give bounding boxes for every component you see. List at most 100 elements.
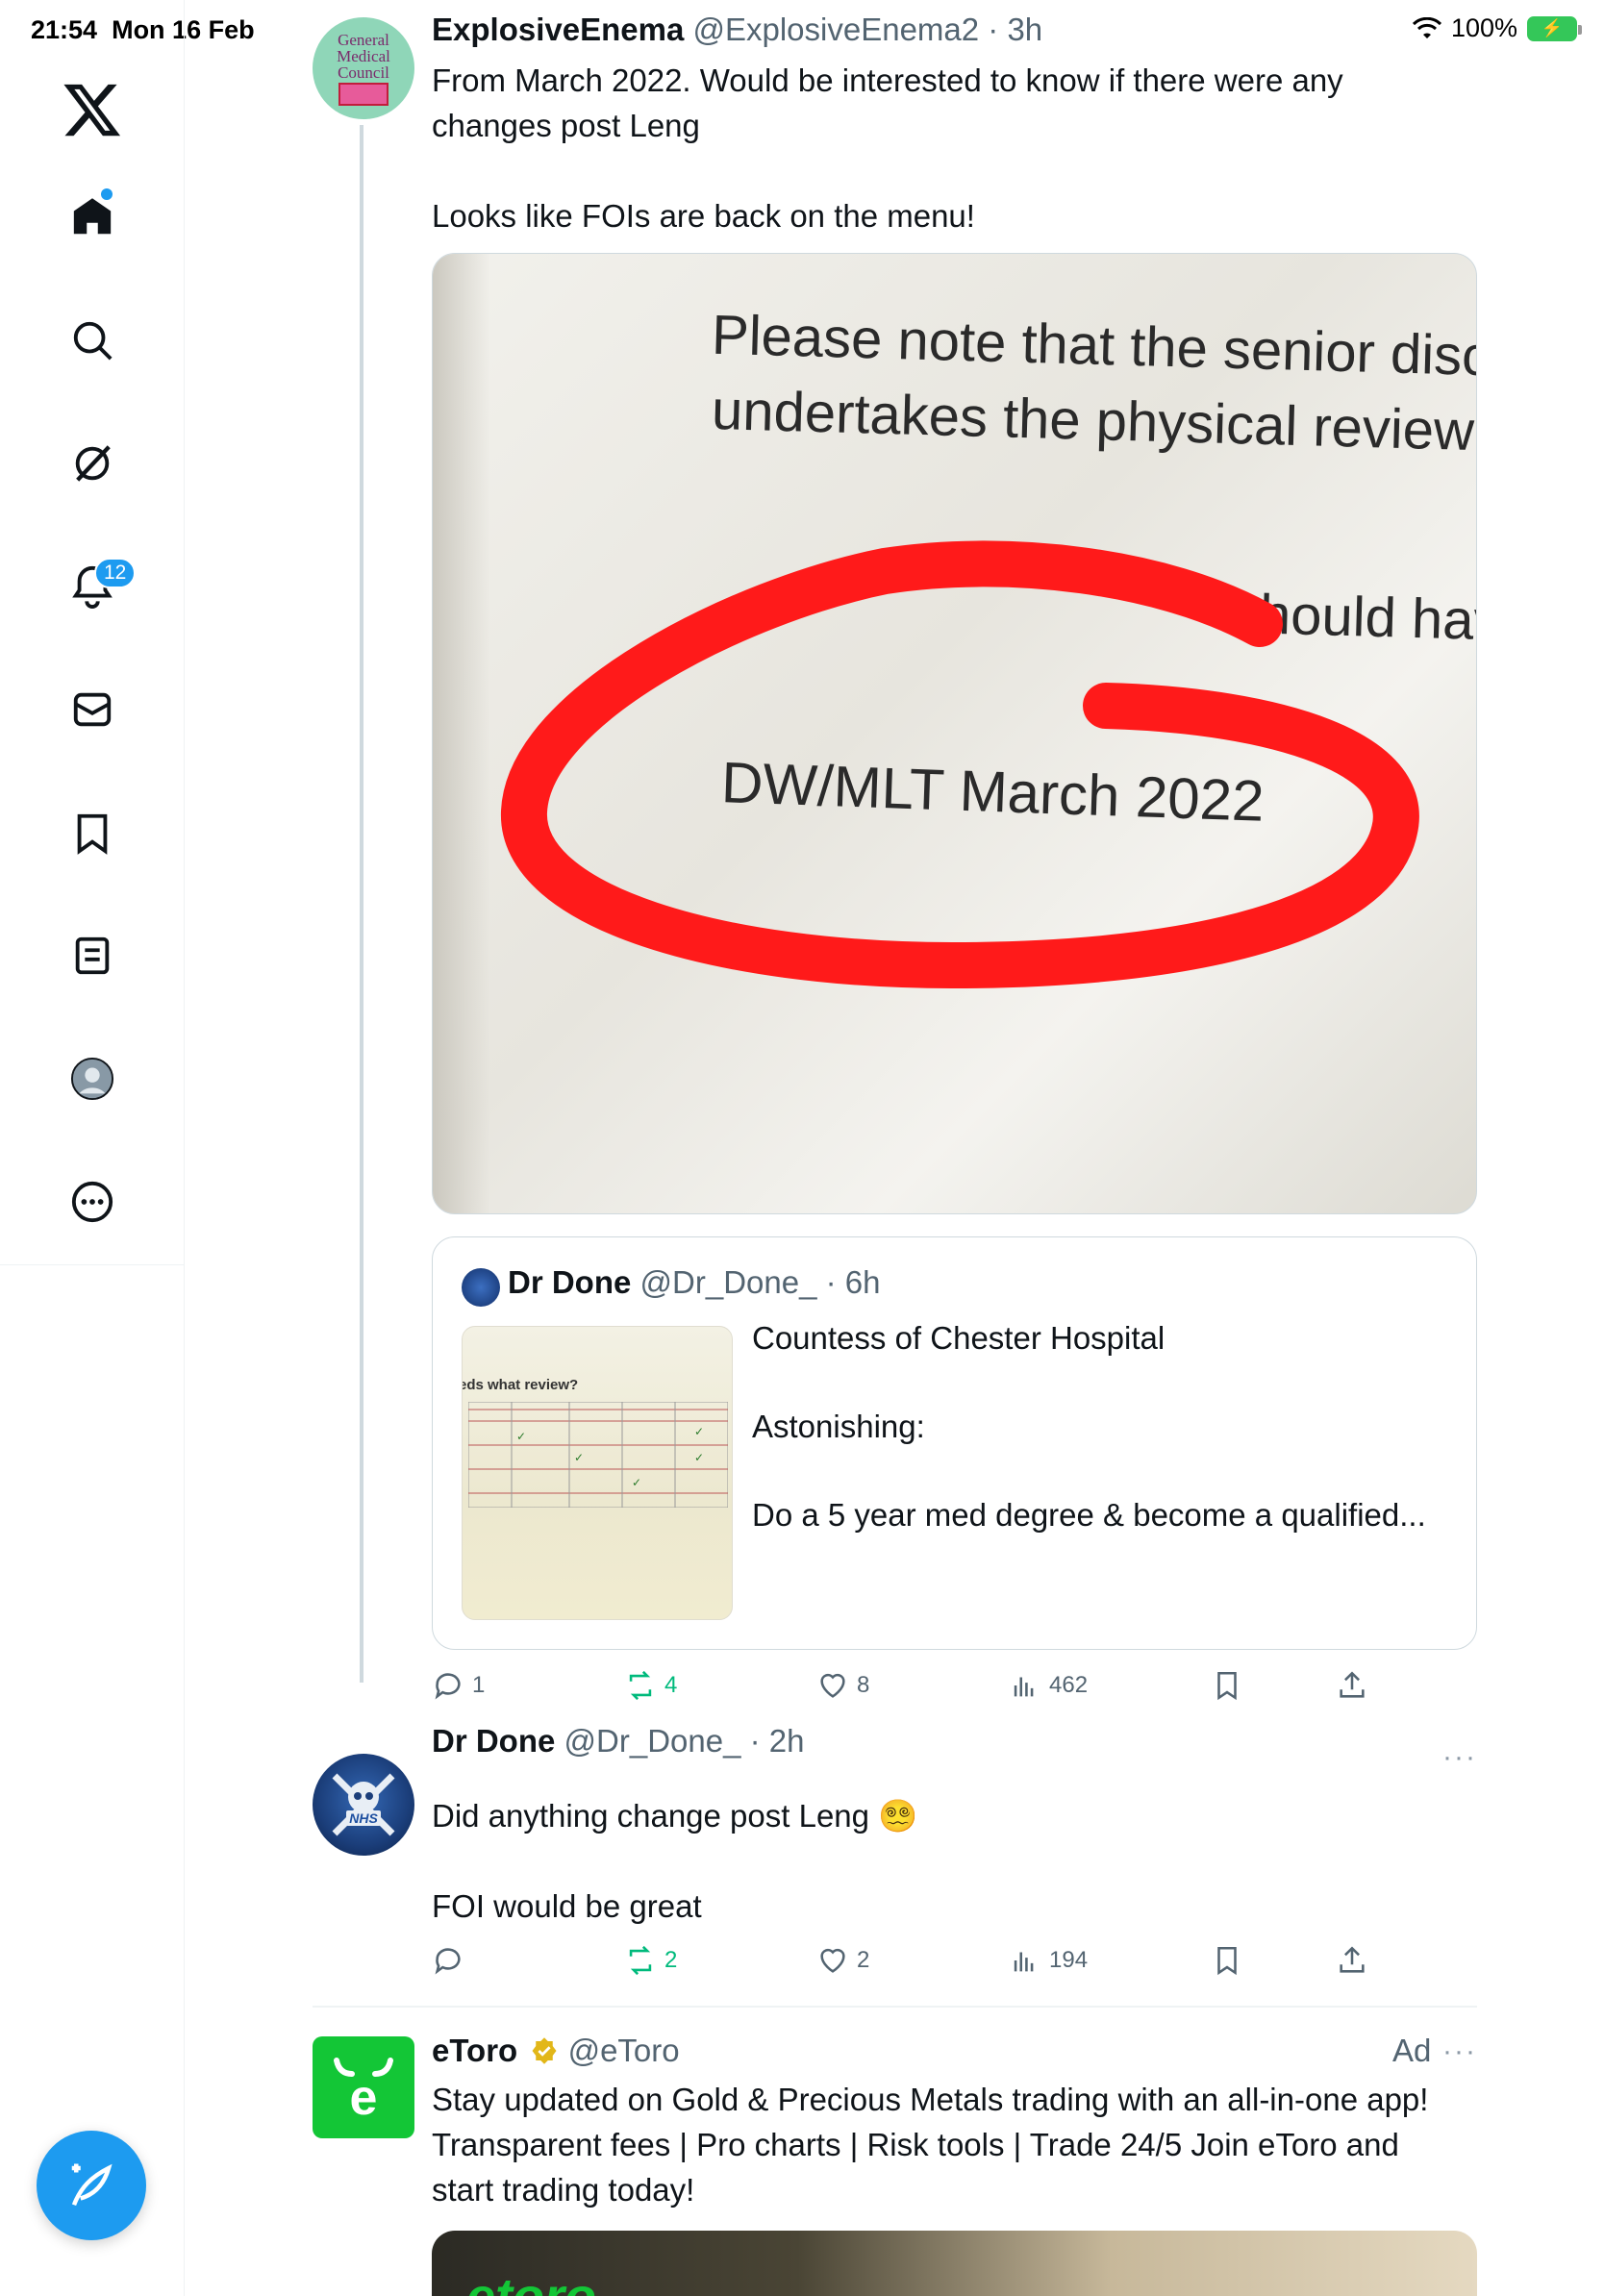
author-name[interactable]: Dr Done [432,1723,555,1759]
lists-icon [75,936,110,975]
like-count: 8 [857,1672,870,1698]
quote-avatar [462,1268,500,1307]
notifications-badge: 12 [94,558,137,588]
skull-icon: NHS [332,1773,395,1836]
svg-text:✓: ✓ [632,1476,641,1489]
red-circle-annotation [501,540,1419,989]
sidebar: 12 [0,0,185,2296]
views-count: 462 [1049,1672,1089,1698]
tweet-text: Stay updated on Gold & Precious Metals t… [432,2082,1429,2208]
quote-author-handle: @Dr_Done_ [639,1264,817,1300]
more-icon [71,1181,113,1223]
tweet-header: Dr Done @Dr_Done_ · 2h [432,1723,804,1759]
status-icons: 100% ⚡ [1412,13,1582,43]
bookmark-icon [1217,1946,1237,1976]
reply-button[interactable] [432,1944,472,1977]
views-icon [1014,1677,1034,1697]
tweet-divider [313,2006,1477,2008]
nav-profile[interactable] [58,1044,127,1113]
battery-percent: 100% [1450,13,1517,42]
tweet-time[interactable]: · 3h [988,12,1042,47]
repost-icon [629,1945,652,1976]
bookmark-button[interactable] [1211,1944,1243,1977]
sidebar-divider [0,1264,185,1265]
avatar[interactable]: e [313,2036,414,2138]
bookmark-icon [77,813,108,855]
like-button[interactable]: 8 [816,1669,869,1702]
etoro-logo-icon: e [334,2058,393,2126]
wifi-icon [1412,16,1441,38]
like-icon [820,1948,845,1973]
reply-button[interactable]: 1 [432,1669,485,1702]
quote-header: Dr Done @Dr_Done_ · 6h [508,1264,880,1301]
nav-home[interactable] [58,183,127,252]
author-name[interactable]: eToro [432,2033,517,2068]
nav-bookmarks[interactable] [58,798,127,867]
quote-thumbnail: eds what review? ✓ ✓ ✓ ✓ ✓ [462,1326,733,1620]
thread-connector [360,125,363,1683]
thumbnail-title: eds what review? [462,1377,579,1393]
like-button[interactable]: 2 [816,1944,869,1977]
nav-more[interactable] [58,1167,127,1236]
profile-icon [70,1057,114,1101]
ad-image-logo: etoro [466,2267,596,2296]
nav-messages[interactable] [58,675,127,744]
author-name[interactable]: ExplosiveEnema [432,12,684,47]
quote-text: Countess of Chester Hospital Astonishing… [752,1320,1426,1533]
repost-count: 2 [664,1947,678,1973]
repost-count: 4 [664,1672,678,1698]
author-handle[interactable]: @ExplosiveEnema2 [692,12,979,47]
x-logo-icon[interactable] [62,79,123,140]
dizzy-face-emoji: 😵‍💫 [878,1798,918,1834]
svg-text:NHS: NHS [349,1810,378,1826]
repost-button[interactable]: 2 [624,1944,677,1977]
views-button[interactable]: 194 [1009,1944,1088,1977]
share-button[interactable] [1336,1669,1368,1702]
quoted-tweet[interactable]: Dr Done @Dr_Done_ · 6h eds what review? … [432,1236,1477,1650]
reply-icon [435,1673,461,1700]
bookmark-button[interactable] [1211,1669,1243,1702]
tweet-time[interactable]: · 2h [750,1723,805,1759]
svg-text:✓: ✓ [694,1451,704,1464]
tweet-image[interactable]: Please note that the senior disc underta… [432,253,1477,1214]
author-handle[interactable]: @Dr_Done_ [564,1723,741,1759]
battery-icon: ⚡ [1527,15,1582,41]
share-button[interactable] [1336,1944,1368,1977]
mail-icon [73,692,112,727]
share-icon [1340,1946,1365,1973]
share-icon [1340,1671,1365,1698]
quote-time: · 6h [825,1264,881,1300]
compose-button[interactable] [37,2131,146,2240]
more-options-button[interactable]: ··· [1442,2035,1477,2068]
tweet-text: Did anything change post Leng 😵‍💫 FOI wo… [432,1798,918,1924]
repost-button[interactable]: 4 [624,1669,677,1702]
nav-search[interactable] [58,306,127,375]
quote-author-name: Dr Done [508,1264,632,1300]
reply-icon [435,1948,461,1975]
tweet-actions: 2 2 194 [432,1944,1393,1983]
nav-grok[interactable] [58,429,127,498]
tweet-actions: 1 4 8 462 [432,1669,1393,1708]
svg-text:✓: ✓ [574,1451,584,1464]
ad-label: Ad [1392,2033,1432,2068]
compose-icon [71,2163,113,2207]
author-handle[interactable]: @eToro [568,2033,680,2068]
reply-count: 1 [472,1672,486,1698]
like-count: 2 [857,1947,870,1973]
nav-lists[interactable] [58,921,127,990]
tweet-header: ExplosiveEnema @ExplosiveEnema2 · 3h [432,12,1042,48]
svg-text:✓: ✓ [516,1430,526,1443]
tweet-text: From March 2022. Would be interested to … [432,62,1343,234]
verified-icon [532,2037,557,2064]
views-button[interactable]: 462 [1009,1669,1088,1702]
thumbnail-table: ✓ ✓ ✓ ✓ ✓ [468,1402,728,1508]
avatar[interactable]: General Medical Council [313,17,414,119]
views-icon [1014,1952,1034,1972]
more-options-button[interactable]: ··· [1442,1741,1477,1774]
search-icon [73,321,113,361]
avatar[interactable]: NHS [313,1754,414,1856]
home-icon [73,198,112,235]
ad-image[interactable]: etoro [432,2231,1477,2296]
repost-icon [629,1670,652,1701]
grok-icon [75,445,111,482]
